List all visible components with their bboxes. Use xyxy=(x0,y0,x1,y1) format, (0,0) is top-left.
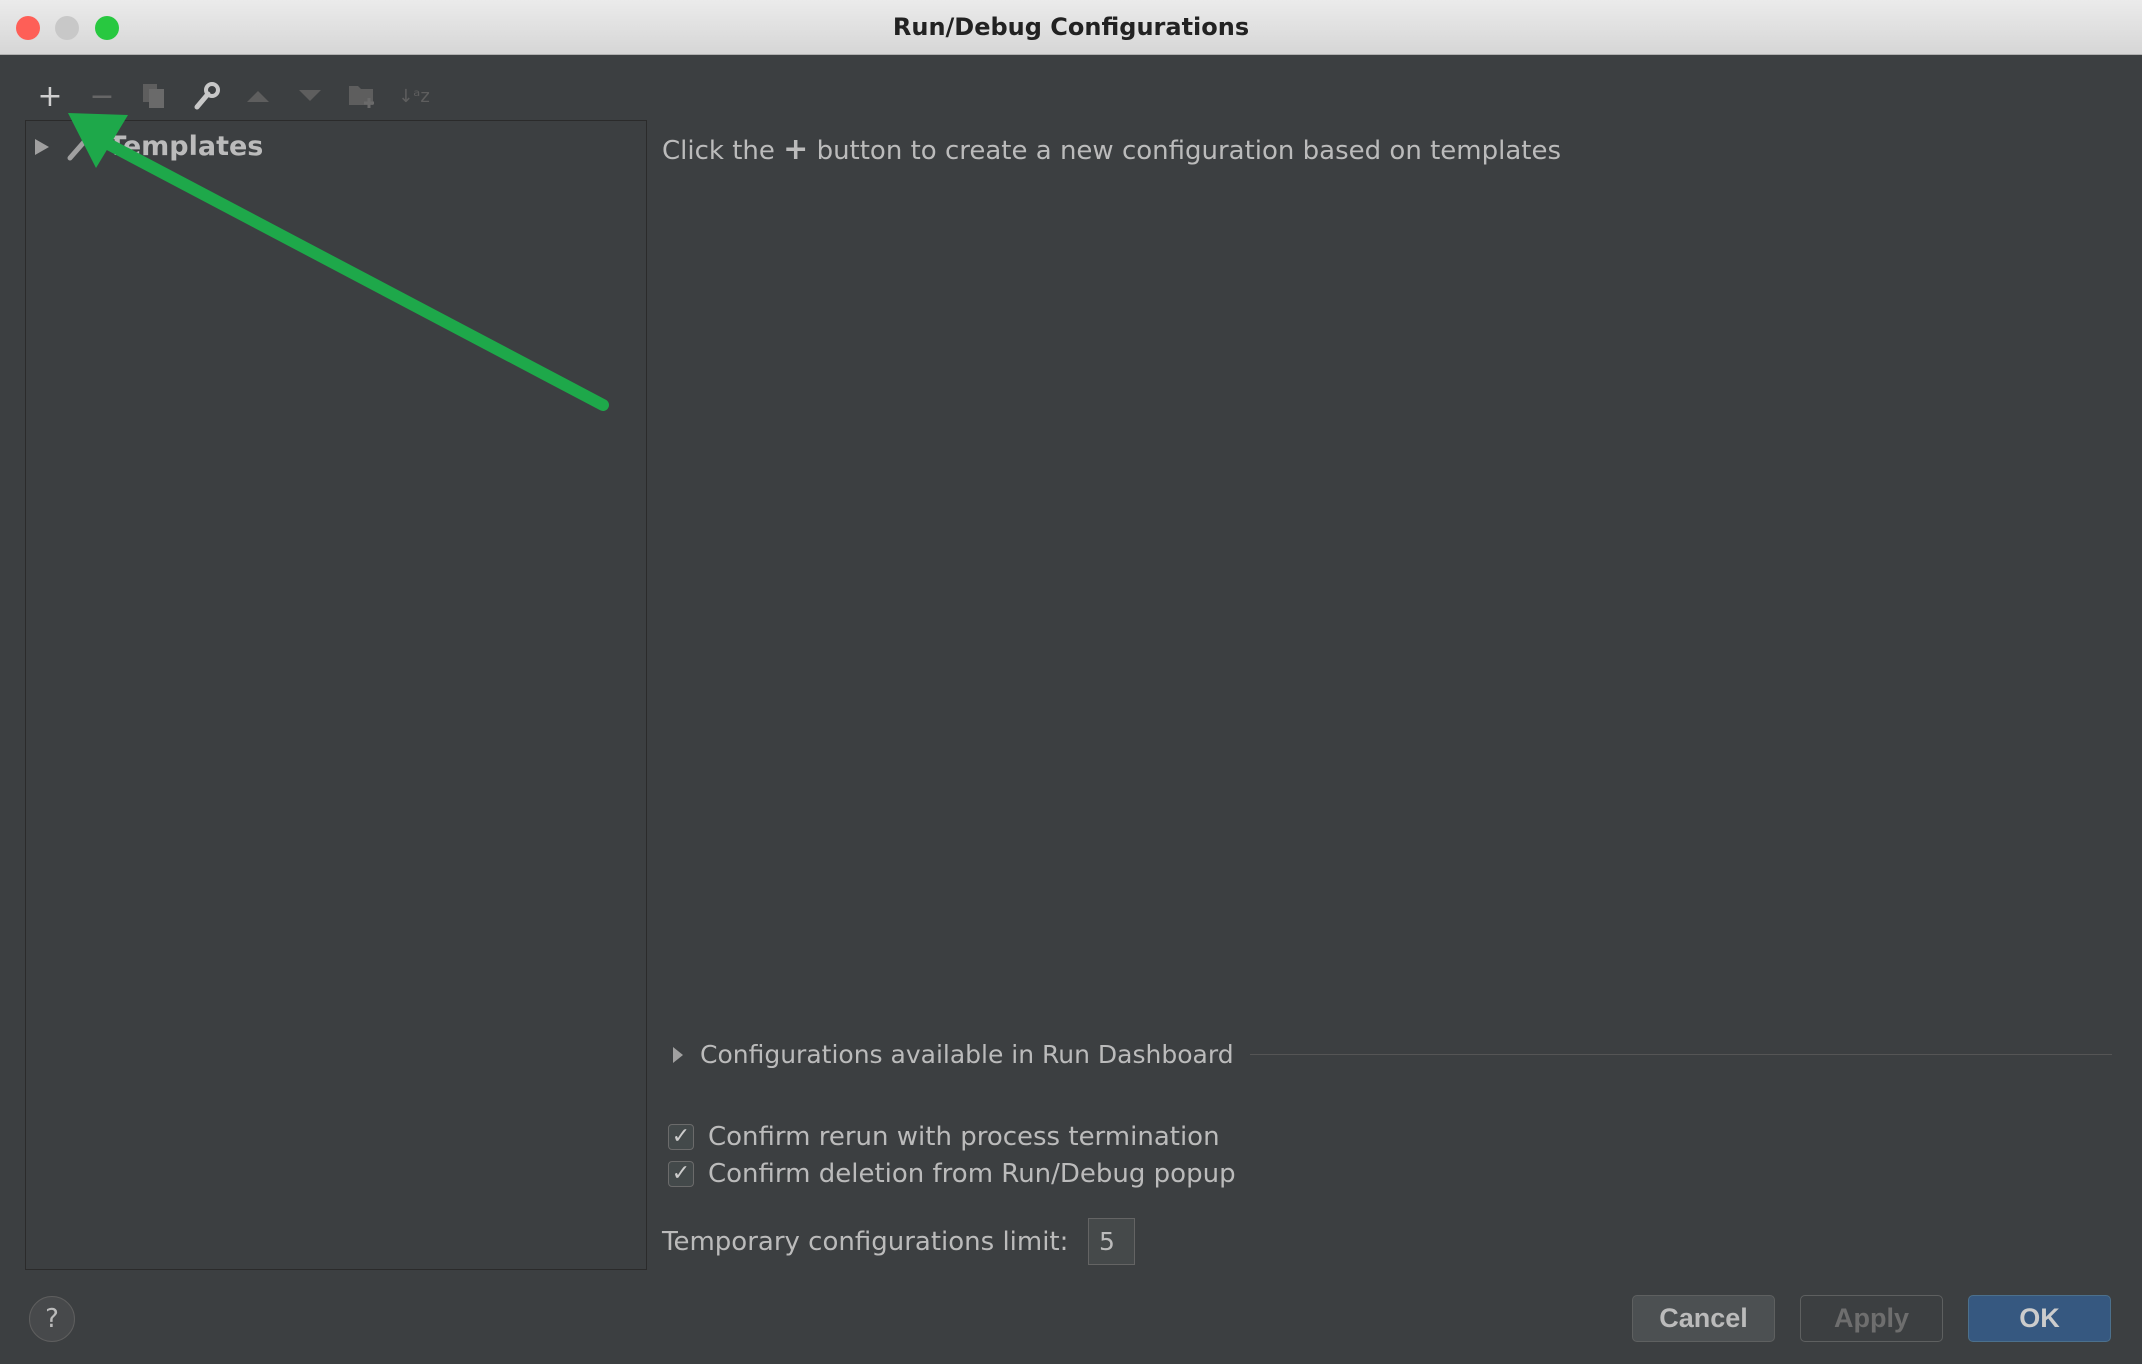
add-icon[interactable]: + xyxy=(32,78,68,114)
tree-item-templates[interactable]: Templates xyxy=(34,131,263,162)
move-up-icon[interactable] xyxy=(240,78,276,114)
sort-icon[interactable]: ↓ᵃz xyxy=(396,78,432,114)
empty-hint: Click the + button to create a new confi… xyxy=(662,132,1561,167)
ok-button[interactable]: OK xyxy=(1968,1295,2111,1342)
run-dashboard-section[interactable]: Configurations available in Run Dashboar… xyxy=(672,1040,2112,1069)
expand-arrow-icon[interactable] xyxy=(672,1046,684,1064)
plus-icon: + xyxy=(783,132,809,167)
divider xyxy=(1249,1054,2112,1055)
tree-item-label: Templates xyxy=(108,131,264,162)
wrench-icon[interactable] xyxy=(188,78,224,114)
close-window-button[interactable] xyxy=(16,16,40,40)
expand-arrow-icon[interactable] xyxy=(34,138,50,156)
confirm-rerun-label: Confirm rerun with process termination xyxy=(708,1122,1220,1152)
apply-button[interactable]: Apply xyxy=(1800,1295,1943,1342)
confirm-deletion-label: Confirm deletion from Run/Debug popup xyxy=(708,1159,1236,1189)
wrench-icon xyxy=(67,139,87,160)
cancel-button[interactable]: Cancel xyxy=(1632,1295,1775,1342)
maximize-window-button[interactable] xyxy=(95,16,119,40)
title-bar: Run/Debug Configurations xyxy=(0,0,2142,55)
window-title: Run/Debug Configurations xyxy=(892,13,1250,41)
minimize-window-button[interactable] xyxy=(55,16,79,40)
move-down-icon[interactable] xyxy=(292,78,328,114)
confirm-deletion-checkbox[interactable]: ✓ xyxy=(668,1161,694,1187)
remove-icon[interactable]: − xyxy=(84,78,120,114)
temp-limit-label: Temporary configurations limit: xyxy=(662,1227,1069,1257)
configuration-tree[interactable]: Templates xyxy=(25,120,647,1270)
confirm-rerun-checkbox[interactable]: ✓ xyxy=(668,1124,694,1150)
hint-text: Click the xyxy=(662,136,775,166)
copy-icon[interactable] xyxy=(136,78,172,114)
temp-limit-input[interactable] xyxy=(1088,1218,1135,1265)
run-dashboard-label: Configurations available in Run Dashboar… xyxy=(700,1040,1234,1069)
new-folder-icon[interactable] xyxy=(344,78,380,114)
hint-text: button to create a new configuration bas… xyxy=(816,136,1561,166)
help-button[interactable]: ? xyxy=(29,1296,75,1342)
